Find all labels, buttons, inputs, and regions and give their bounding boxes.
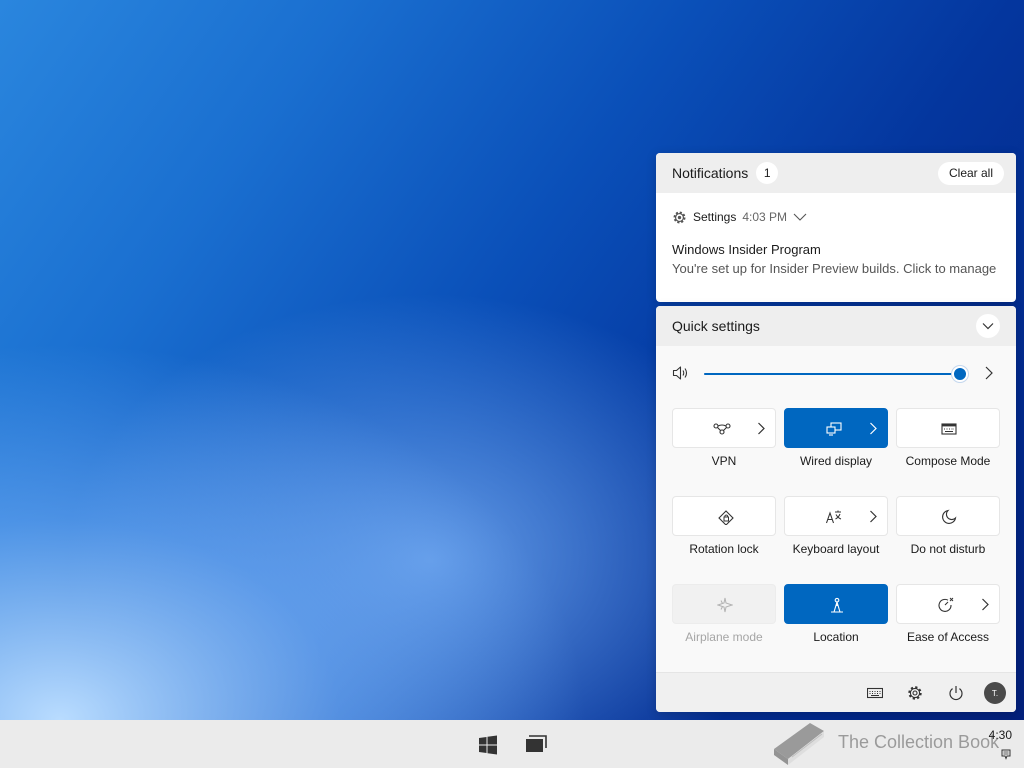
- compose-mode-button[interactable]: [896, 408, 1000, 448]
- chevron-right-icon[interactable]: [984, 366, 993, 380]
- airplane-mode-button[interactable]: [672, 584, 776, 624]
- notification-center-icon[interactable]: [1001, 749, 1011, 760]
- volume-slider[interactable]: [704, 366, 968, 382]
- location-button[interactable]: [784, 584, 888, 624]
- quick-settings-panel: Quick settings VPN Wired display Compose…: [656, 306, 1016, 712]
- chevron-right-icon[interactable]: [981, 598, 989, 611]
- gear-icon: [672, 210, 687, 225]
- rotation-lock-button[interactable]: [672, 496, 776, 536]
- tile-label: Ease of Access: [906, 630, 990, 644]
- keyboard-layout-button[interactable]: [784, 496, 888, 536]
- ease-of-access-button[interactable]: [896, 584, 1000, 624]
- rotation-lock-icon: [717, 509, 735, 525]
- tile-ease-of-access: Ease of Access: [896, 584, 1000, 644]
- keyboard-icon: [941, 421, 957, 437]
- clear-all-button[interactable]: Clear all: [937, 161, 1004, 185]
- notifications-header: Notifications 1 Clear all: [656, 153, 1016, 193]
- airplane-icon: [717, 597, 733, 613]
- tile-label: Airplane mode: [685, 630, 763, 644]
- tile-wired-display: Wired display: [784, 408, 888, 468]
- notifications-title: Notifications: [672, 165, 749, 181]
- notification-body[interactable]: Windows Insider Program You're set up fo…: [656, 229, 1016, 279]
- tile-vpn: VPN: [672, 408, 776, 468]
- ease-of-access-icon: [937, 597, 955, 613]
- vpn-icon: [713, 421, 731, 437]
- moon-icon: [941, 509, 957, 525]
- tile-compose-mode: Compose Mode: [896, 408, 1000, 468]
- notification-time: 4:03 PM: [742, 210, 788, 224]
- tile-label: Wired display: [799, 454, 873, 468]
- notification-text: You're set up for Insider Preview builds…: [672, 261, 997, 276]
- task-view-icon[interactable]: [525, 735, 547, 753]
- speaker-icon[interactable]: [672, 365, 690, 381]
- tile-label: VPN: [711, 454, 737, 468]
- do-not-disturb-button[interactable]: [896, 496, 1000, 536]
- chevron-right-icon[interactable]: [757, 422, 765, 435]
- notification-count-badge: 1: [756, 162, 779, 184]
- quick-settings-header: Quick settings: [656, 306, 1016, 346]
- notification-app-name: Settings: [693, 210, 737, 224]
- windows-logo-icon[interactable]: [478, 735, 498, 755]
- wired-display-icon: [825, 421, 843, 437]
- quick-settings-footer: T.: [656, 672, 1016, 712]
- collapse-button[interactable]: [976, 314, 1000, 338]
- taskbar-clock[interactable]: 4:30: [989, 728, 1012, 742]
- taskbar: 4:30: [0, 720, 1024, 768]
- tile-do-not-disturb: Do not disturb: [896, 496, 1000, 556]
- tile-rotation-lock: Rotation lock: [672, 496, 776, 556]
- keyboard-icon[interactable]: [867, 687, 883, 699]
- quick-settings-title: Quick settings: [672, 318, 760, 334]
- tile-label: Do not disturb: [910, 542, 986, 556]
- tile-label: Rotation lock: [689, 542, 759, 556]
- location-icon: [829, 597, 845, 613]
- chevron-down-icon[interactable]: [793, 212, 807, 222]
- volume-slider-fill: [704, 373, 960, 375]
- chevron-right-icon[interactable]: [869, 510, 877, 523]
- notification-app-row[interactable]: Settings 4:03 PM: [656, 205, 1016, 229]
- gear-icon[interactable]: [907, 685, 923, 701]
- notification-title: Windows Insider Program: [672, 242, 821, 257]
- wired-display-button[interactable]: [784, 408, 888, 448]
- power-icon[interactable]: [948, 685, 964, 701]
- tile-location: Location: [784, 584, 888, 644]
- notifications-panel: Notifications 1 Clear all Settings 4:03 …: [656, 153, 1016, 302]
- volume-row: [672, 362, 1000, 386]
- keyboard-layout-icon: [825, 509, 843, 525]
- tile-keyboard-layout: Keyboard layout: [784, 496, 888, 556]
- volume-slider-thumb[interactable]: [952, 366, 968, 382]
- tile-label: Compose Mode: [905, 454, 991, 468]
- tile-airplane-mode: Airplane mode: [672, 584, 776, 644]
- vpn-button[interactable]: [672, 408, 776, 448]
- tile-label: Location: [813, 630, 859, 644]
- tile-label: Keyboard layout: [792, 542, 880, 556]
- chevron-down-icon: [982, 323, 994, 330]
- user-avatar[interactable]: T.: [984, 682, 1006, 704]
- chevron-right-icon[interactable]: [869, 422, 877, 435]
